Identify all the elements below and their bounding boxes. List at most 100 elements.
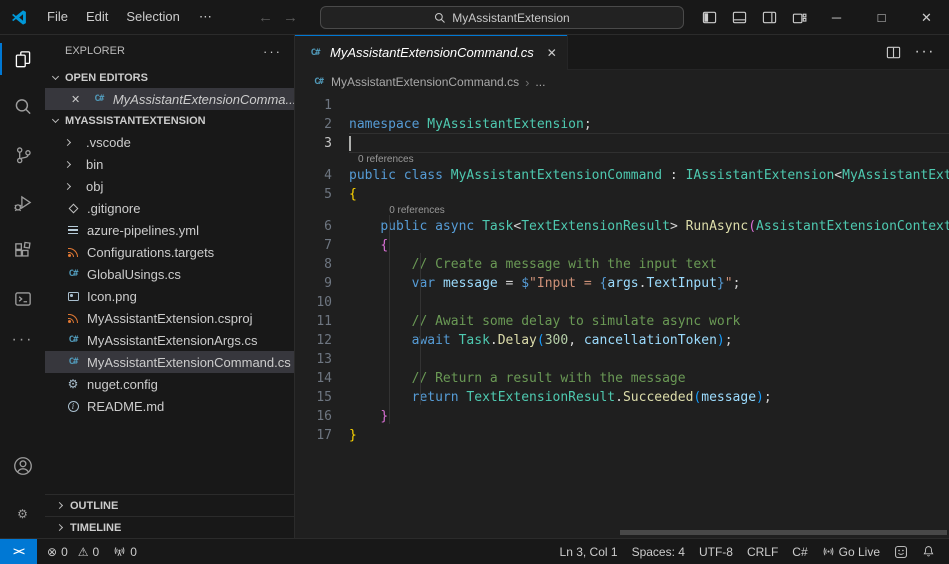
eol-setting[interactable]: CRLF [741,541,784,563]
code-line-16[interactable]: 16 } [295,407,949,426]
code-line-7[interactable]: 7 { [295,236,949,255]
section-label: MYASSISTANTEXTENSION [65,114,206,127]
horizontal-scrollbar[interactable] [620,530,947,535]
tree-item-globalusings-cs[interactable]: C# GlobalUsings.cs [45,263,294,285]
code-line-17[interactable]: 17} [295,426,949,445]
tree-item-configurations-targets[interactable]: Configurations.targets [45,241,294,263]
code-line-4[interactable]: 4 public class MyAssistantExtensionComman… [295,166,949,185]
tree-item-nuget-config[interactable]: ⚙ nuget.config [45,373,294,395]
code-line-10[interactable]: 10 [295,293,949,312]
notifications-button[interactable] [916,541,941,563]
editor-more-icon[interactable]: ··· [915,43,935,61]
section-open-editors[interactable]: OPEN EDITORS [45,67,294,88]
settings-gear-icon[interactable]: ⚙ [0,490,45,538]
tab-myassistantextensioncommand[interactable]: C# MyAssistantExtensionCommand.cs ✕ [295,35,568,70]
section-timeline[interactable]: TIMELINE [45,516,294,538]
code-line-9[interactable]: 9 var message = $"Input = {args.TextInpu… [295,274,949,293]
code-editor[interactable]: 1 2 namespace MyAssistantExtension; 3 0 refe… [295,94,949,538]
tree-item-myassistantextensioncommand-cs[interactable]: C# MyAssistantExtensionCommand.cs [45,351,294,373]
code-line-6[interactable]: 6 public async Task<TextExtensionResult>… [295,217,949,236]
go-live-button[interactable]: Go Live [816,541,886,563]
extensions-icon[interactable] [0,227,45,275]
code-line-13[interactable]: 13 [295,350,949,369]
command-center-search[interactable]: MyAssistantExtension [320,6,684,29]
tree-item-label: azure-pipelines.yml [87,222,199,238]
encoding-setting[interactable]: UTF-8 [693,541,739,563]
tree-item-azure-pipelines-yml[interactable]: azure-pipelines.yml [45,219,294,241]
tree-item-label: MyAssistantExtension.csproj [87,310,253,326]
token: } [716,276,725,291]
code-line-8[interactable]: 8 // Create a message with the input tex… [295,255,949,274]
text-cursor [349,136,351,151]
tree-item--gitignore[interactable]: .gitignore [45,197,294,219]
codelens-references[interactable]: 0 references [295,153,949,166]
toggle-sidebar-icon[interactable] [694,0,724,35]
run-debug-icon[interactable] [0,179,45,227]
remote-indicator[interactable]: >< [0,538,37,564]
explorer-icon[interactable] [0,35,45,83]
menu-selection[interactable]: Selection [117,5,188,29]
tree-item-myassistantextension-csproj[interactable]: MyAssistantExtension.csproj [45,307,294,329]
token: TextInput [646,276,717,291]
source-control-icon[interactable] [0,131,45,179]
explorer-more-icon[interactable]: ··· [263,44,282,59]
error-count: 0 [61,544,68,559]
problems-indicator[interactable]: ⊗ 0 ⚠ 0 [41,541,105,563]
tree-item-readme-md[interactable]: i README.md [45,395,294,417]
close-button[interactable]: ✕ [904,0,949,35]
feedback-button[interactable] [888,541,914,563]
image-file-icon [65,288,81,304]
tree-item-obj[interactable]: obj [45,175,294,197]
menu-file[interactable]: File [38,5,77,29]
warning-count: 0 [92,544,100,559]
split-editor-icon[interactable] [886,45,901,60]
code-line-3[interactable]: 3 [295,133,949,153]
account-icon[interactable] [0,442,45,490]
code-line-14[interactable]: 14 // Return a result with the message [295,369,949,388]
breadcrumb-tail[interactable]: ... [535,75,545,89]
tree-item-bin[interactable]: bin [45,153,294,175]
feedback-smiley-icon [895,545,907,558]
minimize-button[interactable]: ─ [814,0,859,35]
close-icon[interactable]: ✕ [71,93,85,106]
menu-edit[interactable]: Edit [77,5,117,29]
nav-forward-icon[interactable]: → [283,9,298,26]
token: = [497,276,522,291]
section-outline[interactable]: OUTLINE [45,494,294,516]
git-file-icon [65,200,81,216]
code-line-1[interactable]: 1 [295,96,949,115]
token: MyAssistantExtensionArgs [842,168,949,183]
line-number: 16 [316,409,332,424]
codelens-references[interactable]: 0 references [295,204,949,217]
search-icon[interactable] [0,83,45,131]
language-mode[interactable]: C# [786,541,813,563]
code-line-11[interactable]: 11 // Await some delay to simulate async… [295,312,949,331]
code-line-12[interactable]: 12 await Task.Delay(300, cancellationTok… [295,331,949,350]
tree-item-myassistantextensionargs-cs[interactable]: C# MyAssistantExtensionArgs.cs [45,329,294,351]
code-line-2[interactable]: 2 namespace MyAssistantExtension; [295,115,949,134]
breadcrumb-file[interactable]: MyAssistantExtensionCommand.cs [331,75,519,89]
tab-close-icon[interactable]: ✕ [547,46,557,60]
open-editor-item[interactable]: ✕ C# MyAssistantExtensionComma... [45,88,294,110]
ports-count: 0 [130,544,137,559]
indentation-setting[interactable]: Spaces: 4 [626,541,691,563]
section-workspace[interactable]: MYASSISTANTEXTENSION [45,110,294,131]
toggle-panel-icon[interactable] [724,0,754,35]
maximize-button[interactable]: □ [859,0,904,35]
more-icon[interactable]: ··· [12,323,34,357]
tree-item--vscode[interactable]: .vscode [45,131,294,153]
token: MyAssistantExtensionCommand [450,168,663,183]
ports-indicator[interactable]: 0 [107,541,143,563]
tree-item-icon-png[interactable]: Icon.png [45,285,294,307]
cursor-position[interactable]: Ln 3, Col 1 [554,541,624,563]
menu-more[interactable]: ⋯ [189,5,223,29]
broadcast-icon [823,547,834,556]
tree-item-label: Configurations.targets [87,244,215,260]
code-line-5[interactable]: 5{ [295,185,949,204]
nav-back-icon[interactable]: ← [258,9,273,26]
code-line-15[interactable]: 15 return TextExtensionResult.Succeeded(… [295,388,949,407]
customize-layout-icon[interactable] [784,0,814,35]
remote-terminal-icon[interactable] [0,275,45,323]
toggle-secondary-sidebar-icon[interactable] [754,0,784,35]
